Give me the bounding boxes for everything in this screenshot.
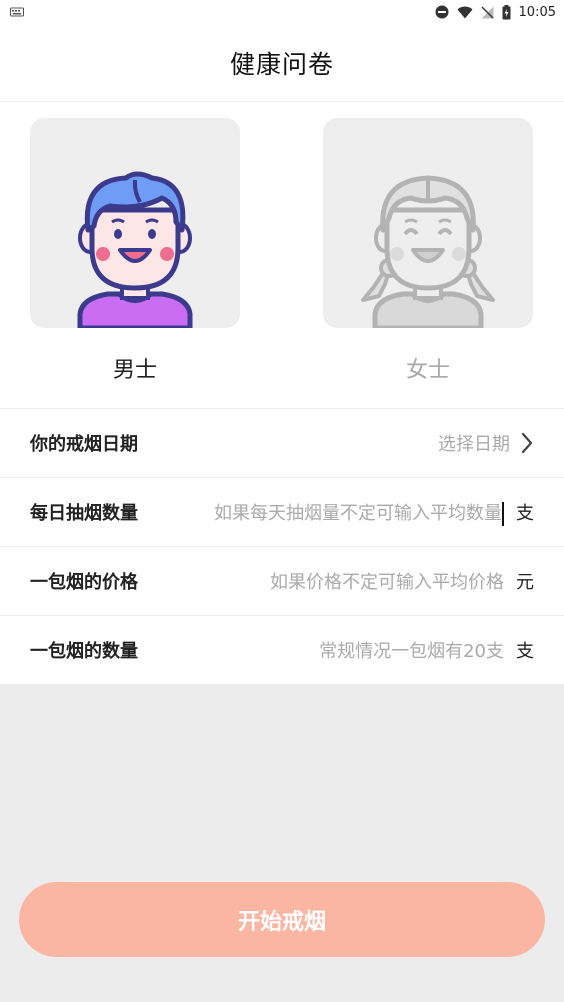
- female-avatar-icon: [361, 175, 495, 328]
- female-option-card[interactable]: [323, 118, 533, 328]
- quit-date-row[interactable]: 你的戒烟日期 选择日期: [0, 408, 564, 477]
- pack-price-label: 一包烟的价格: [30, 572, 138, 593]
- keyboard-icon: [10, 7, 24, 17]
- pack-price-row: 一包烟的价格 如果价格不定可输入平均价格 元: [0, 546, 564, 615]
- male-avatar-icon: [77, 171, 193, 328]
- chevron-right-icon[interactable]: [520, 432, 534, 454]
- quit-date-placeholder[interactable]: 选择日期: [138, 430, 510, 456]
- daily-count-label: 每日抽烟数量: [30, 503, 138, 524]
- do-not-disturb-icon: [435, 5, 449, 19]
- daily-count-input[interactable]: 如果每天抽烟量不定可输入平均数量: [138, 499, 504, 526]
- daily-count-unit: 支: [516, 503, 534, 524]
- status-time: 10:05: [518, 4, 556, 20]
- daily-count-placeholder: 如果每天抽烟量不定可输入平均数量: [214, 502, 502, 524]
- wifi-icon: [457, 6, 473, 19]
- pack-price-input[interactable]: 如果价格不定可输入平均价格: [138, 568, 504, 594]
- pack-count-input[interactable]: 常规情况一包烟有20支: [138, 637, 504, 663]
- no-signal-icon: [481, 6, 494, 19]
- status-bar: 10:05: [0, 0, 564, 24]
- male-label[interactable]: 男士: [30, 352, 240, 384]
- battery-charging-icon: [502, 4, 511, 20]
- gender-selector: 男士 女士: [0, 102, 564, 408]
- text-cursor: [502, 501, 504, 526]
- pack-count-label: 一包烟的数量: [30, 641, 138, 662]
- pack-count-row: 一包烟的数量 常规情况一包烟有20支 支: [0, 615, 564, 684]
- pack-price-unit: 元: [516, 572, 534, 593]
- quit-date-label: 你的戒烟日期: [30, 434, 138, 455]
- questionnaire-form: 你的戒烟日期 选择日期 每日抽烟数量 如果每天抽烟量不定可输入平均数量 支 一包…: [0, 408, 564, 684]
- page-header: 健康问卷: [0, 24, 564, 102]
- daily-count-row: 每日抽烟数量 如果每天抽烟量不定可输入平均数量 支: [0, 477, 564, 546]
- pack-count-unit: 支: [516, 641, 534, 662]
- female-label[interactable]: 女士: [323, 352, 533, 384]
- status-icons: 10:05: [435, 4, 556, 20]
- page-title: 健康问卷: [229, 49, 334, 79]
- male-option-card[interactable]: [30, 118, 240, 328]
- start-quit-button[interactable]: 开始戒烟: [19, 882, 545, 957]
